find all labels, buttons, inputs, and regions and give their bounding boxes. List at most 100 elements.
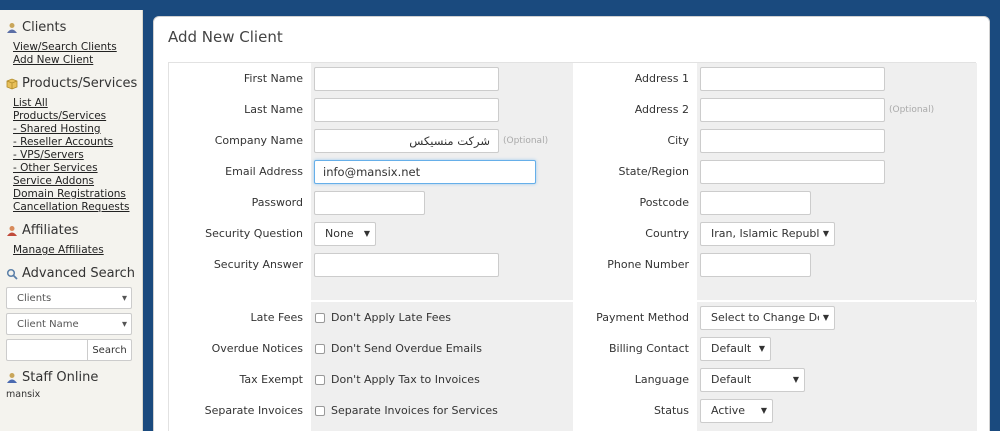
email-cell: info@mansix.net <box>311 156 573 187</box>
search-icon <box>6 268 18 280</box>
company-name-cell: شرکت منسیکس (Optional) <box>311 125 573 156</box>
sidebar-heading-label: Clients <box>22 20 67 35</box>
overdue-notices-label: Overdue Notices <box>211 342 303 355</box>
user-icon <box>6 22 18 34</box>
late-fees-checkbox[interactable] <box>315 312 325 323</box>
staff-online-name: mansix <box>6 389 41 400</box>
last-name-input[interactable] <box>314 97 499 122</box>
chevron-down-icon: ▼ <box>758 344 765 353</box>
separate-invoices-checkbox[interactable] <box>315 405 325 416</box>
sidebar-link-domain-registrations[interactable]: Domain Registrations <box>6 188 142 201</box>
email-field[interactable]: info@mansix.net <box>314 159 536 184</box>
sidebar-heading-staff-online: Staff Online <box>6 370 142 385</box>
form-row: Email Address info@mansix.net State/Regi… <box>169 156 977 187</box>
security-question-value: None <box>325 227 354 240</box>
search-input[interactable] <box>6 339 88 361</box>
partial-cell <box>311 426 573 431</box>
address1-input[interactable] <box>700 66 885 91</box>
sidebar-group-affiliates: Affiliates Manage Affiliates <box>6 223 142 257</box>
sidebar-link-service-addons[interactable]: Service Addons <box>6 175 142 188</box>
form-spacer-row <box>169 280 977 300</box>
sidebar-heading-affiliates: Affiliates <box>6 223 142 238</box>
tax-exempt-checkbox-label: Don't Apply Tax to Invoices <box>331 373 480 386</box>
company-name-input[interactable]: شرکت منسیکس <box>314 128 499 153</box>
sidebar-link-shared-hosting[interactable]: - Shared Hosting <box>6 123 142 136</box>
city-label: City <box>667 134 689 147</box>
city-input[interactable] <box>700 128 885 153</box>
language-select[interactable]: Default ▼ <box>700 367 805 392</box>
late-fees-cell: Don't Apply Late Fees <box>311 302 573 333</box>
state-input[interactable] <box>700 159 885 184</box>
country-label: Country <box>645 227 689 240</box>
sidebar-link-other-services[interactable]: - Other Services <box>6 162 142 175</box>
optional-hint: (Optional) <box>889 104 935 115</box>
billing-contact-select[interactable]: Default ▼ <box>700 336 771 361</box>
company-name-label: Company Name <box>214 134 303 147</box>
sidebar-link-vps-servers[interactable]: - VPS/Servers <box>6 149 142 162</box>
payment-method-select[interactable]: Select to Change Def ▼ <box>700 305 835 330</box>
overdue-notices-checkbox-label: Don't Send Overdue Emails <box>331 342 482 355</box>
phone-input[interactable] <box>700 252 811 277</box>
country-select[interactable]: Iran, Islamic Republic ▼ <box>700 221 835 246</box>
form-row: Last Name Address 2 (Optional) <box>169 94 977 125</box>
search-type-select[interactable]: Clients ▾ <box>6 287 132 309</box>
tax-exempt-checkbox[interactable] <box>315 374 325 385</box>
sidebar-heading-label: Advanced Search <box>22 266 136 281</box>
last-name-label: Last Name <box>244 103 303 116</box>
payment-method-label: Payment Method <box>596 311 689 324</box>
form-row: Security Question None ▼ Country Iran, I… <box>169 218 977 249</box>
chevron-down-icon: ▼ <box>822 229 829 238</box>
search-button[interactable]: Search <box>88 339 132 361</box>
postcode-input[interactable] <box>700 190 811 215</box>
partial-cell <box>697 426 977 431</box>
form-row: First Name Address 1 <box>169 63 977 94</box>
security-question-select[interactable]: None ▼ <box>314 221 376 246</box>
overdue-notices-checkbox-row[interactable]: Don't Send Overdue Emails <box>314 342 482 355</box>
sidebar: Clients View/Search Clients Add New Clie… <box>0 10 143 431</box>
form-row: Tax Exempt Don't Apply Tax to Invoices L… <box>169 364 977 395</box>
form-row: Overdue Notices Don't Send Overdue Email… <box>169 333 977 364</box>
separate-invoices-label: Separate Invoices <box>204 404 303 417</box>
last-name-cell <box>311 94 573 125</box>
tax-exempt-checkbox-row[interactable]: Don't Apply Tax to Invoices <box>314 373 480 386</box>
add-client-form: First Name Address 1 Last Name Address 2… <box>168 62 977 431</box>
sidebar-link-list-all-products[interactable]: List All Products/Services <box>6 97 142 123</box>
late-fees-label: Late Fees <box>250 311 303 324</box>
address2-cell: (Optional) <box>697 94 977 125</box>
security-question-label: Security Question <box>205 227 303 240</box>
tax-exempt-label: Tax Exempt <box>239 373 303 386</box>
form-row: Security Answer Phone Number <box>169 249 977 280</box>
status-cell: Active ▼ <box>697 395 977 426</box>
sidebar-link-reseller-accounts[interactable]: - Reseller Accounts <box>6 136 142 149</box>
late-fees-checkbox-row[interactable]: Don't Apply Late Fees <box>314 311 451 324</box>
overdue-notices-checkbox[interactable] <box>315 343 325 354</box>
email-label: Email Address <box>225 165 303 178</box>
sidebar-link-add-new-client[interactable]: Add New Client <box>6 54 142 67</box>
sidebar-heading-products: Products/Services <box>6 76 142 91</box>
affiliate-user-icon <box>6 225 18 237</box>
security-answer-input[interactable] <box>314 252 499 277</box>
separate-invoices-checkbox-row[interactable]: Separate Invoices for Services <box>314 404 498 417</box>
page-title: Add New Client <box>168 28 283 46</box>
status-select[interactable]: Active ▼ <box>700 398 773 423</box>
sidebar-heading-label: Affiliates <box>22 223 79 238</box>
address2-input[interactable] <box>700 97 885 122</box>
password-input[interactable] <box>314 190 425 215</box>
first-name-label: First Name <box>243 72 303 85</box>
status-label: Status <box>653 404 689 417</box>
language-value: Default <box>711 373 752 386</box>
chevron-down-icon: ▼ <box>760 406 767 415</box>
sidebar-group-clients: Clients View/Search Clients Add New Clie… <box>6 20 142 67</box>
sidebar-link-cancellation-requests[interactable]: Cancellation Requests <box>6 201 142 214</box>
sidebar-heading-label: Products/Services <box>22 76 138 91</box>
form-row: Late Fees Don't Apply Late Fees Payment … <box>169 302 977 333</box>
sidebar-link-view-search-clients[interactable]: View/Search Clients <box>6 41 142 54</box>
first-name-input[interactable] <box>314 66 499 91</box>
sidebar-link-manage-affiliates[interactable]: Manage Affiliates <box>6 244 142 257</box>
overdue-notices-cell: Don't Send Overdue Emails <box>311 333 573 364</box>
search-field-select[interactable]: Client Name ▾ <box>6 313 132 335</box>
state-label: State/Region <box>618 165 689 178</box>
late-fees-checkbox-label: Don't Apply Late Fees <box>331 311 451 324</box>
form-row: Separate Invoices Separate Invoices for … <box>169 395 977 426</box>
country-cell: Iran, Islamic Republic ▼ <box>697 218 977 249</box>
